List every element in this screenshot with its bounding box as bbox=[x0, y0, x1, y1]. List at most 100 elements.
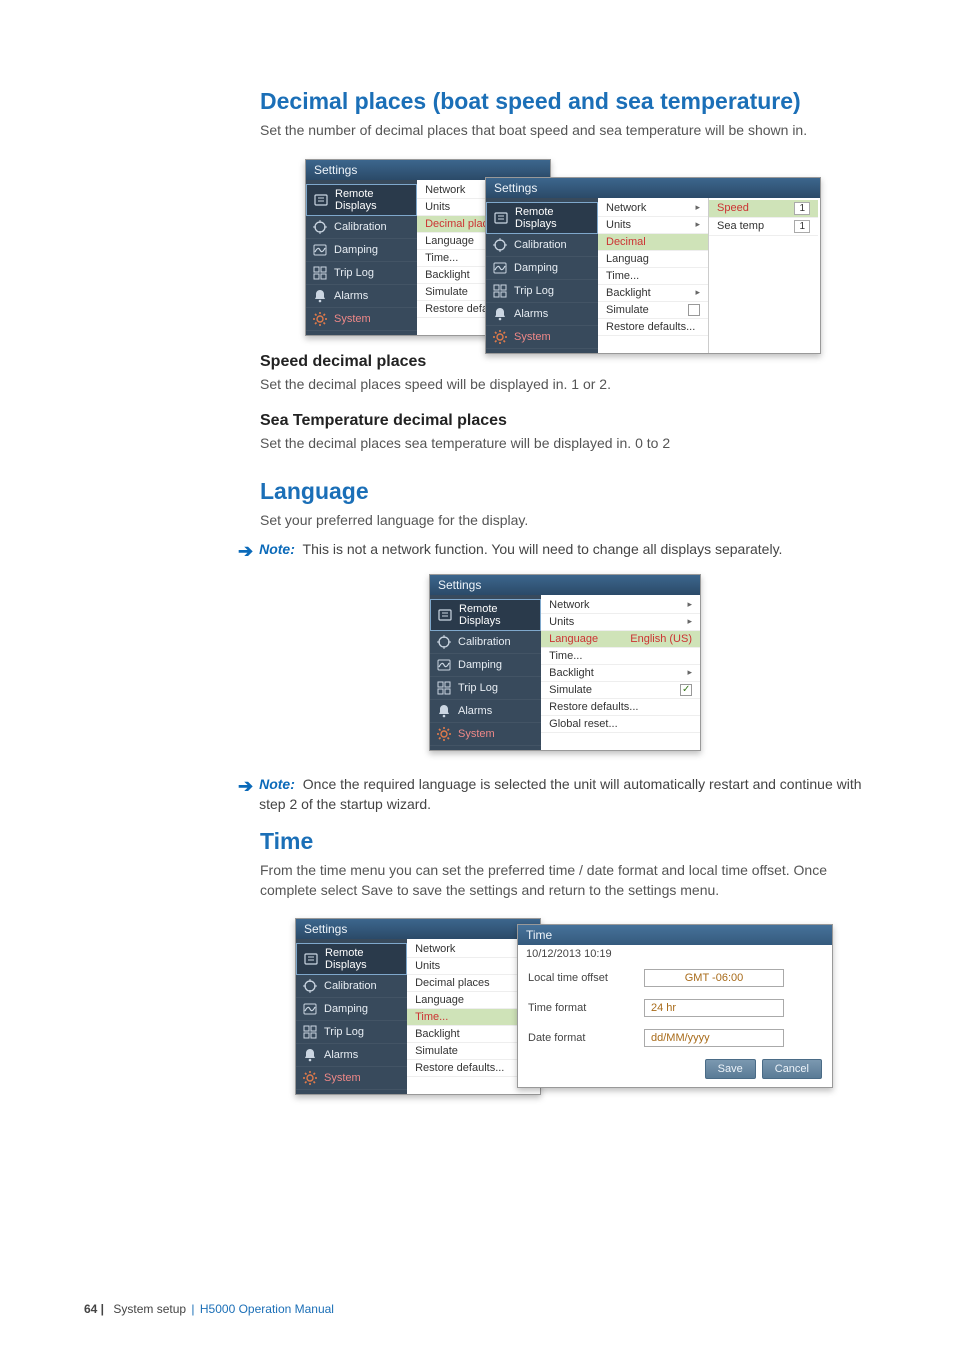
chevron-right-icon: ▸ bbox=[687, 616, 692, 627]
flyout-speed[interactable]: Speed1 bbox=[709, 200, 818, 218]
displays-icon bbox=[437, 607, 453, 623]
time-clock: 10/12/2013 10:19 bbox=[518, 945, 832, 963]
text-sea: Set the decimal places sea temperature w… bbox=[260, 434, 870, 454]
time-format-field[interactable]: 24 hr bbox=[644, 999, 784, 1017]
sidebar: Remote Displays Calibration Damping Trip… bbox=[296, 939, 407, 1094]
list-item[interactable]: Network▸ bbox=[598, 200, 708, 217]
list-item[interactable]: Restore defaults... bbox=[598, 319, 708, 336]
sidebar-item-calibration[interactable]: Calibration bbox=[296, 975, 407, 998]
page-footer: 64 | System setup | H5000 Operation Manu… bbox=[84, 1302, 334, 1316]
checkbox[interactable] bbox=[680, 684, 692, 696]
grid-icon bbox=[492, 283, 508, 299]
sidebar-item-calibration[interactable]: Calibration bbox=[430, 631, 541, 654]
sidebar-item-remote-displays[interactable]: Remote Displays bbox=[296, 943, 407, 975]
list-item[interactable]: Time... bbox=[598, 268, 708, 285]
intro-language: Set your preferred language for the disp… bbox=[260, 511, 870, 531]
list-item[interactable]: Languag bbox=[598, 251, 708, 268]
list-item[interactable]: Restore defaults... bbox=[541, 699, 700, 716]
sidebar-item-damping[interactable]: Damping bbox=[296, 998, 407, 1021]
time-offset-field[interactable]: GMT -06:00 bbox=[644, 969, 784, 987]
arrow-right-icon: ➔ bbox=[238, 542, 253, 560]
cancel-button[interactable]: Cancel bbox=[762, 1059, 822, 1079]
sidebar-item-trip-log[interactable]: Trip Log bbox=[306, 262, 417, 285]
sub-sea: Sea Temperature decimal places bbox=[260, 412, 870, 430]
gear-icon bbox=[302, 1070, 318, 1086]
grid-icon bbox=[312, 265, 328, 281]
heading-language: Language bbox=[260, 478, 870, 505]
target-icon bbox=[302, 978, 318, 994]
sidebar-item-remote-displays[interactable]: Remote Displays bbox=[486, 202, 598, 234]
note-language-restart: ➔ Note: Once the required language is se… bbox=[260, 775, 870, 814]
time-row-format: Time format 24 hr bbox=[518, 993, 832, 1023]
bell-icon bbox=[302, 1047, 318, 1063]
date-format-field[interactable]: dd/MM/yyyy bbox=[644, 1029, 784, 1047]
sidebar-item-damping[interactable]: Damping bbox=[430, 654, 541, 677]
screenshot-time: Settings Remote Displays Calibration Dam… bbox=[260, 918, 870, 1078]
checkbox[interactable] bbox=[688, 304, 700, 316]
bell-icon bbox=[312, 288, 328, 304]
sidebar-item-calibration[interactable]: Calibration bbox=[306, 216, 417, 239]
wave-icon bbox=[436, 657, 452, 673]
sidebar-item-alarms[interactable]: Alarms bbox=[486, 303, 598, 326]
bell-icon bbox=[436, 703, 452, 719]
list-item-decimal[interactable]: Decimal bbox=[598, 234, 708, 251]
intro-decimal: Set the number of decimal places that bo… bbox=[260, 121, 870, 141]
sub-speed: Speed decimal places bbox=[260, 353, 870, 371]
save-button[interactable]: Save bbox=[705, 1059, 756, 1079]
gear-icon bbox=[492, 329, 508, 345]
list-item[interactable]: Units▸ bbox=[541, 614, 700, 631]
note-language: ➔ Note: This is not a network function. … bbox=[260, 540, 870, 560]
sidebar-item-alarms[interactable]: Alarms bbox=[296, 1044, 407, 1067]
sidebar-item-system[interactable]: System bbox=[296, 1067, 407, 1090]
sidebar-item-calibration[interactable]: Calibration bbox=[486, 234, 598, 257]
list-item[interactable]: Backlight▸ bbox=[541, 665, 700, 682]
chevron-right-icon: ▸ bbox=[687, 667, 692, 678]
displays-icon bbox=[303, 951, 319, 967]
list-item[interactable]: Simulate bbox=[598, 302, 708, 319]
sidebar-item-system[interactable]: System bbox=[430, 723, 541, 746]
sidebar-item-system[interactable]: System bbox=[486, 326, 598, 349]
text-speed: Set the decimal places speed will be dis… bbox=[260, 375, 870, 395]
sidebar-item-trip-log[interactable]: Trip Log bbox=[430, 677, 541, 700]
sidebar-item-damping[interactable]: Damping bbox=[306, 239, 417, 262]
gear-icon bbox=[436, 726, 452, 742]
settings-list: Network▸ Units▸ Decimal Languag Time... … bbox=[598, 198, 708, 353]
heading-decimal: Decimal places (boat speed and sea tempe… bbox=[260, 88, 870, 115]
sidebar-item-alarms[interactable]: Alarms bbox=[306, 285, 417, 308]
sidebar-item-system[interactable]: System bbox=[306, 308, 417, 331]
sidebar-item-alarms[interactable]: Alarms bbox=[430, 700, 541, 723]
sidebar-item-trip-log[interactable]: Trip Log bbox=[486, 280, 598, 303]
time-row-offset: Local time offset GMT -06:00 bbox=[518, 963, 832, 993]
sidebar-item-remote-displays[interactable]: Remote Displays bbox=[306, 184, 417, 216]
sidebar: Remote Displays Calibration Damping Trip… bbox=[430, 595, 541, 750]
displays-icon bbox=[493, 210, 509, 226]
sidebar: Remote Displays Calibration Damping Trip… bbox=[486, 198, 598, 353]
time-title: Time bbox=[518, 925, 832, 945]
settings-list: Network▸ Units▸ LanguageEnglish (US) Tim… bbox=[541, 595, 700, 750]
chevron-right-icon: ▸ bbox=[695, 219, 700, 230]
list-item-language[interactable]: LanguageEnglish (US) bbox=[541, 631, 700, 648]
target-icon bbox=[492, 237, 508, 253]
sidebar: Remote Displays Calibration Damping Trip… bbox=[306, 180, 417, 335]
chevron-right-icon: ▸ bbox=[695, 202, 700, 213]
list-item[interactable]: Backlight▸ bbox=[598, 285, 708, 302]
gear-icon bbox=[312, 311, 328, 327]
list-item[interactable]: Network▸ bbox=[541, 597, 700, 614]
list-item[interactable]: Units▸ bbox=[598, 217, 708, 234]
arrow-right-icon: ➔ bbox=[238, 777, 253, 795]
grid-icon bbox=[436, 680, 452, 696]
settings-title: Settings bbox=[430, 575, 700, 595]
list-item[interactable]: Global reset... bbox=[541, 716, 700, 733]
list-item[interactable]: Simulate bbox=[541, 682, 700, 699]
sidebar-item-remote-displays[interactable]: Remote Displays bbox=[430, 599, 541, 631]
target-icon bbox=[312, 219, 328, 235]
sidebar-item-trip-log[interactable]: Trip Log bbox=[296, 1021, 407, 1044]
screenshot-language: Settings Remote Displays Calibration Dam… bbox=[260, 574, 870, 751]
settings-title: Settings bbox=[486, 178, 820, 198]
screenshot-decimal: Settings Remote Displays Calibration Dam… bbox=[260, 159, 870, 329]
bell-icon bbox=[492, 306, 508, 322]
sidebar-item-damping[interactable]: Damping bbox=[486, 257, 598, 280]
flyout-seatemp[interactable]: Sea temp1 bbox=[709, 218, 818, 236]
displays-icon bbox=[313, 192, 329, 208]
list-item[interactable]: Time... bbox=[541, 648, 700, 665]
